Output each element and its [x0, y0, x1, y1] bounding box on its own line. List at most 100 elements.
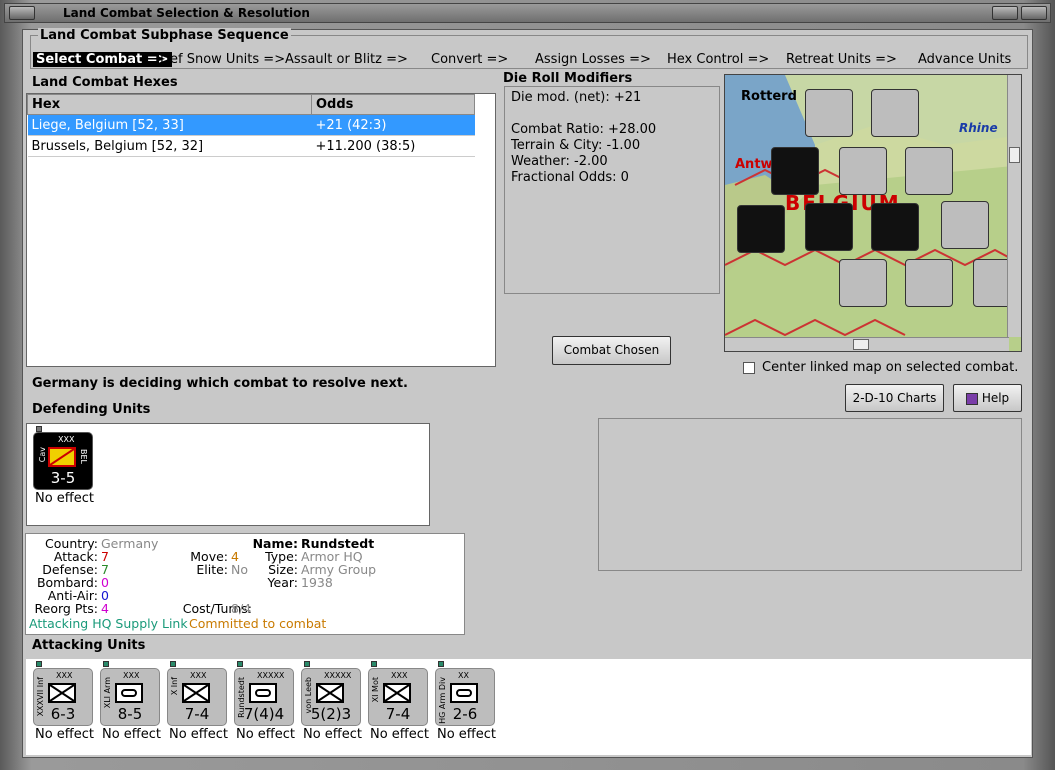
step-assault-blitz: Assault or Blitz =>: [285, 52, 408, 67]
map-counter[interactable]: [941, 201, 989, 249]
unit-result: No effect: [370, 727, 430, 742]
map-counter[interactable]: [839, 147, 887, 195]
unit-result: No effect: [102, 727, 162, 742]
map-label: Rotterd: [741, 89, 797, 104]
map-counter[interactable]: [737, 205, 785, 253]
step-assign-losses: Assign Losses =>: [535, 52, 651, 67]
unit-size: XX: [458, 671, 469, 680]
hexes-label: Land Combat Hexes: [32, 75, 178, 90]
unit-nationality: BEL: [79, 449, 88, 464]
unit-result: No effect: [236, 727, 296, 742]
committed-status: Committed to combat: [189, 616, 327, 631]
minimize-icon[interactable]: [992, 6, 1018, 20]
map-counter[interactable]: [805, 89, 853, 137]
charts-button[interactable]: 2-D-10 Charts: [845, 384, 944, 412]
attacking-unit[interactable]: XXX XLI Arm 8-5: [100, 668, 160, 726]
unit-result: No effect: [35, 727, 95, 742]
map-counter[interactable]: [771, 147, 819, 195]
unit-status-dot: [438, 661, 444, 667]
map-counter[interactable]: [805, 203, 853, 251]
unit-strength: 7-4: [184, 705, 210, 723]
country-value: Germany: [101, 536, 159, 551]
reorg-label: Reorg Pts:: [34, 601, 98, 616]
vscroll-thumb[interactable]: [1009, 147, 1020, 163]
weather-mod: Weather: -2.00: [511, 154, 608, 169]
infantry-symbol-icon: [182, 683, 210, 703]
unit-strength: 3-5: [50, 469, 76, 487]
year-label: Year:: [267, 575, 298, 590]
odds-cell: +21 (42:3): [311, 114, 475, 136]
fractional-odds: Fractional Odds: 0: [511, 170, 629, 185]
col-odds[interactable]: Odds: [311, 94, 475, 115]
armor-division-symbol-icon: [450, 683, 478, 703]
elite-label: Elite:: [196, 562, 228, 577]
help-label: Help: [981, 391, 1010, 405]
unit-strength: 2-6: [452, 705, 478, 723]
defending-label: Defending Units: [32, 402, 151, 417]
center-map-checkbox[interactable]: [743, 362, 755, 374]
step-advance: Advance Units: [918, 52, 1012, 67]
subphase-title: Land Combat Subphase Sequence: [38, 28, 291, 43]
defending-unit[interactable]: XXX Cav BEL 3-5: [33, 432, 93, 490]
center-map-label: Center linked map on selected combat.: [762, 360, 1019, 375]
unit-strength: 5(2)3: [310, 705, 352, 723]
terrain-city: Terrain & City: -1.00: [511, 138, 641, 153]
unit-status-dot: [36, 661, 42, 667]
step-retreat: Retreat Units =>: [786, 52, 897, 67]
window-title: Land Combat Selection & Resolution: [63, 6, 310, 20]
map-hscrollbar[interactable]: [725, 337, 1009, 351]
help-book-icon: [965, 392, 978, 405]
hexes-list: Hex Odds Liege, Belgium [52, 33] +21 (42…: [26, 93, 496, 367]
unit-result: No effect: [437, 727, 497, 742]
table-row[interactable]: Liege, Belgium [52, 33] +21 (42:3): [27, 114, 475, 136]
unit-strength: 6-3: [50, 705, 76, 723]
attacking-unit[interactable]: XX HG Arm Div 2-6: [435, 668, 495, 726]
reorg-value: 4: [101, 601, 109, 616]
unit-result: No effect: [169, 727, 229, 742]
help-button[interactable]: Help: [953, 384, 1022, 412]
armor-symbol-icon: [115, 683, 143, 703]
table-row[interactable]: Brussels, Belgium [52, 32] +11.200 (38:5…: [27, 135, 475, 157]
unit-size: XXX: [58, 435, 75, 444]
unit-status-dot: [371, 661, 377, 667]
col-hex[interactable]: Hex: [27, 94, 312, 115]
attacking-unit[interactable]: XXX XI Mot 7-4: [368, 668, 428, 726]
results-panel: [598, 418, 1022, 571]
unit-status-dot: [170, 661, 176, 667]
attacking-unit[interactable]: XXXXX Rundstedt 7(4)4: [234, 668, 294, 726]
unit-side: Cav: [38, 447, 47, 463]
combat-chosen-button[interactable]: Combat Chosen: [552, 336, 671, 365]
unit-strength: 8-5: [117, 705, 143, 723]
linked-map[interactable]: Rotterd Antw Rhine BELGIUM: [724, 74, 1022, 352]
map-counter[interactable]: [871, 203, 919, 251]
supply-link-status: Attacking HQ Supply Link: [29, 616, 188, 631]
window-menu-icon[interactable]: [9, 6, 35, 20]
combat-ratio: Combat Ratio: +28.00: [511, 122, 657, 137]
unit-strength: 7-4: [385, 705, 411, 723]
step-convert: Convert =>: [431, 52, 509, 67]
unit-size: XXX: [56, 671, 73, 680]
unit-size: XXXXX: [324, 671, 352, 680]
attacking-unit[interactable]: XXXXX von Leeb 5(2)3: [301, 668, 361, 726]
map-counter[interactable]: [905, 147, 953, 195]
cavalry-symbol-icon: [48, 447, 76, 467]
map-label: Rhine: [959, 121, 998, 135]
attacking-unit[interactable]: XXX X Inf 7-4: [167, 668, 227, 726]
die-label: Die Roll Modifiers: [503, 71, 633, 86]
attacking-unit[interactable]: XXX XXXVII Inf 6-3: [33, 668, 93, 726]
map-label: Antw: [735, 157, 773, 172]
unit-size: XXX: [123, 671, 140, 680]
die-modifiers-box: Die mod. (net): +21 Combat Ratio: +28.00…: [504, 86, 720, 294]
motorized-symbol-icon: [383, 683, 411, 703]
close-icon[interactable]: [1021, 6, 1047, 20]
unit-size: XXX: [391, 671, 408, 680]
map-counter[interactable]: [871, 89, 919, 137]
hscroll-thumb[interactable]: [853, 339, 869, 350]
odds-cell: +11.200 (38:5): [311, 135, 475, 157]
map-vscrollbar[interactable]: [1007, 75, 1021, 337]
map-counter[interactable]: [839, 259, 887, 307]
unit-strength: 7(4)4: [243, 705, 285, 723]
hex-cell: Brussels, Belgium [52, 32]: [27, 135, 312, 157]
map-counter[interactable]: [905, 259, 953, 307]
unit-side: XI Mot: [371, 677, 380, 703]
